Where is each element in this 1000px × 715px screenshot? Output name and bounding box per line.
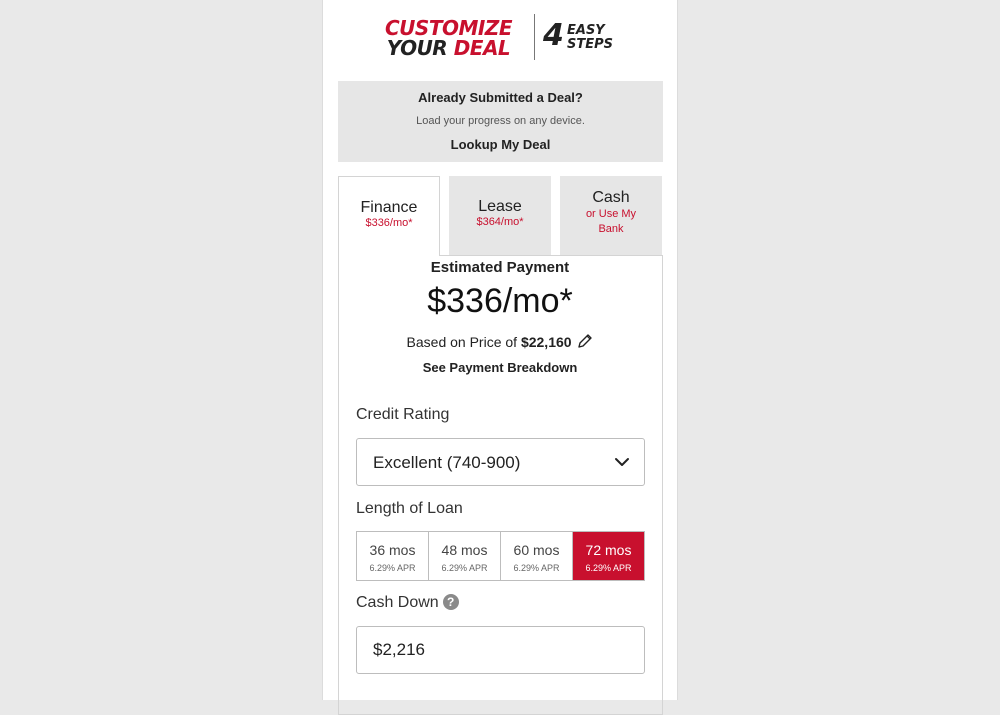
tab-cash[interactable]: Cash or Use My Bank <box>560 176 662 255</box>
credit-rating-value: Excellent (740-900) <box>373 453 521 472</box>
tab-finance-price: $336/mo* <box>365 217 413 229</box>
loan-apr: 6.29% APR <box>585 563 632 573</box>
logo-line2: YOUR DEAL <box>385 38 512 58</box>
logo-number: 4 <box>543 18 564 53</box>
length-of-loan-label: Length of Loan <box>356 500 463 517</box>
lookup-my-deal-link[interactable]: Lookup My Deal <box>338 137 663 152</box>
tab-lease-price: $364/mo* <box>476 216 524 228</box>
tab-divider-line <box>440 255 663 256</box>
cash-down-label-row: Cash Down? <box>356 594 459 612</box>
see-payment-breakdown-link[interactable]: See Payment Breakdown <box>323 360 677 375</box>
cash-down-input[interactable] <box>356 626 645 674</box>
logo-text: CUSTOMIZE YOUR DEAL <box>385 18 512 58</box>
loan-term: 36 mos <box>369 542 416 558</box>
credit-rating-label: Credit Rating <box>356 406 450 423</box>
loan-length-options: 36 mos 6.29% APR 48 mos 6.29% APR 60 mos… <box>356 531 645 581</box>
tab-cash-title: Cash <box>592 189 630 206</box>
logo-steps: EASY STEPS <box>567 24 613 52</box>
price-value: $22,160 <box>520 334 572 350</box>
based-on-prefix: Based on Price of <box>406 334 518 350</box>
customize-deal-logo: CUSTOMIZE YOUR DEAL 4 EASY STEPS <box>383 14 623 64</box>
lookup-subtitle: Load your progress on any device. <box>416 115 585 127</box>
loan-option-72[interactable]: 72 mos 6.29% APR <box>573 532 644 580</box>
help-icon[interactable]: ? <box>442 594 459 610</box>
logo-deal: DEAL <box>453 36 511 60</box>
loan-option-60[interactable]: 60 mos 6.29% APR <box>501 532 573 580</box>
logo-your: YOUR <box>386 36 448 60</box>
loan-apr: 6.29% APR <box>513 563 560 573</box>
tab-finance[interactable]: Finance $336/mo* <box>338 176 440 256</box>
logo-steps-steps: STEPS <box>567 37 614 52</box>
tab-cash-sub: or Use My Bank <box>585 208 637 235</box>
logo-divider <box>534 14 535 60</box>
tab-lease[interactable]: Lease $364/mo* <box>449 176 551 255</box>
estimated-payment-value: $336/mo* <box>427 282 573 320</box>
loan-apr: 6.29% APR <box>369 563 416 573</box>
logo-line1: CUSTOMIZE <box>385 16 512 40</box>
credit-rating-select[interactable]: Excellent (740-900) <box>356 438 645 486</box>
loan-option-48[interactable]: 48 mos 6.29% APR <box>429 532 501 580</box>
tab-finance-title: Finance <box>360 199 418 216</box>
deal-panel: CUSTOMIZE YOUR DEAL 4 EASY STEPS Already… <box>322 0 678 715</box>
lookup-deal-box: Already Submitted a Deal? Load your prog… <box>338 81 663 162</box>
estimated-payment-label: Estimated Payment <box>430 259 570 276</box>
tab-lease-title: Lease <box>478 198 522 215</box>
chevron-down-icon <box>615 458 629 466</box>
loan-apr: 6.29% APR <box>441 563 488 573</box>
based-on-price: Based on Price of $22,160 <box>323 333 677 350</box>
loan-term: 72 mos <box>585 542 632 558</box>
logo-steps-easy: EASY <box>567 23 605 38</box>
lookup-title: Already Submitted a Deal? <box>418 90 583 105</box>
cash-down-label: Cash Down <box>356 594 439 611</box>
pencil-icon[interactable] <box>577 333 593 349</box>
loan-term: 60 mos <box>513 542 560 558</box>
loan-option-36[interactable]: 36 mos 6.29% APR <box>357 532 429 580</box>
loan-term: 48 mos <box>441 542 488 558</box>
